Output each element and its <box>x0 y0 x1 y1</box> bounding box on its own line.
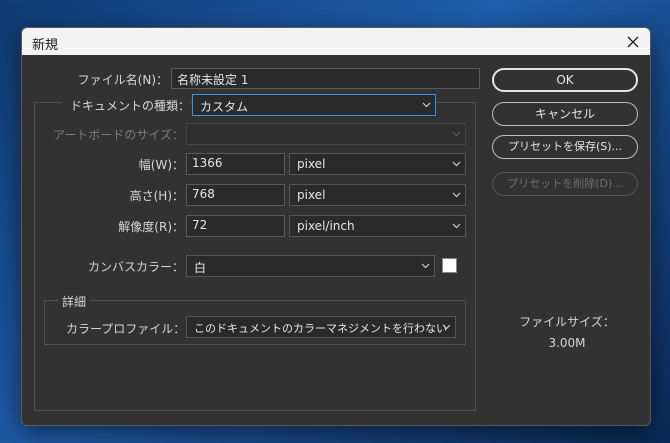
document-type-select[interactable]: カスタム <box>192 94 436 116</box>
canvas-color-swatch[interactable] <box>442 258 457 273</box>
color-profile-select[interactable]: このドキュメントのカラーマネジメントを行わない <box>186 316 456 338</box>
cancel-button[interactable]: キャンセル <box>492 102 638 126</box>
ok-button[interactable]: OK <box>492 68 638 92</box>
dialog-title: 新規 <box>32 38 59 53</box>
height-unit-select[interactable]: pixel <box>289 184 466 206</box>
resolution-unit-select[interactable]: pixel/inch <box>289 215 466 237</box>
resolution-unit-value: pixel/inch <box>297 219 355 233</box>
color-profile-value: このドキュメントのカラーマネジメントを行わない <box>194 322 447 335</box>
close-button[interactable] <box>616 28 650 55</box>
color-profile-label: カラープロファイル： <box>66 322 186 336</box>
chevron-down-icon <box>452 131 461 137</box>
file-size-label: ファイルサイズ： <box>519 315 615 329</box>
chevron-down-icon <box>452 161 461 167</box>
artboard-size-select <box>186 123 466 145</box>
width-unit-select[interactable]: pixel <box>289 153 466 175</box>
canvas-color-value: 白 <box>194 261 207 275</box>
width-input[interactable]: 1366 <box>186 153 285 175</box>
file-size-value: 3.00M <box>548 336 586 350</box>
document-type-label: ドキュメントの種類： <box>62 97 190 114</box>
new-document-dialog: 新規 ファイル名(N)： 名称未設定 1 ドキュメントの種類： カスタム アート… <box>21 27 651 426</box>
close-icon <box>627 36 639 47</box>
chevron-down-icon <box>442 324 451 330</box>
title-bar: 新規 <box>22 28 650 55</box>
height-input[interactable]: 768 <box>186 184 285 206</box>
advanced-label: 詳細 <box>58 293 91 310</box>
save-preset-button[interactable]: プリセットを保存(S)... <box>492 135 638 159</box>
chevron-down-icon <box>452 223 461 229</box>
canvas-color-select[interactable]: 白 <box>186 255 435 277</box>
chevron-down-icon <box>452 192 461 198</box>
delete-preset-button: プリセットを削除(D)... <box>492 172 638 196</box>
name-input[interactable]: 名称未設定 1 <box>171 68 480 89</box>
resolution-label: 解像度(R)： <box>118 220 184 234</box>
artboard-size-label: アートボードのサイズ： <box>53 128 184 142</box>
resolution-input[interactable]: 72 <box>186 215 285 237</box>
chevron-down-icon <box>421 263 430 269</box>
name-label: ファイル名(N)： <box>77 73 168 87</box>
width-unit-value: pixel <box>297 157 326 171</box>
canvas-color-label: カンバスカラー： <box>87 260 184 274</box>
height-label: 高さ(H)： <box>129 189 184 203</box>
document-type-value: カスタム <box>200 100 249 114</box>
height-unit-value: pixel <box>297 188 326 202</box>
width-label: 幅(W)： <box>138 158 184 172</box>
chevron-down-icon <box>422 102 431 108</box>
